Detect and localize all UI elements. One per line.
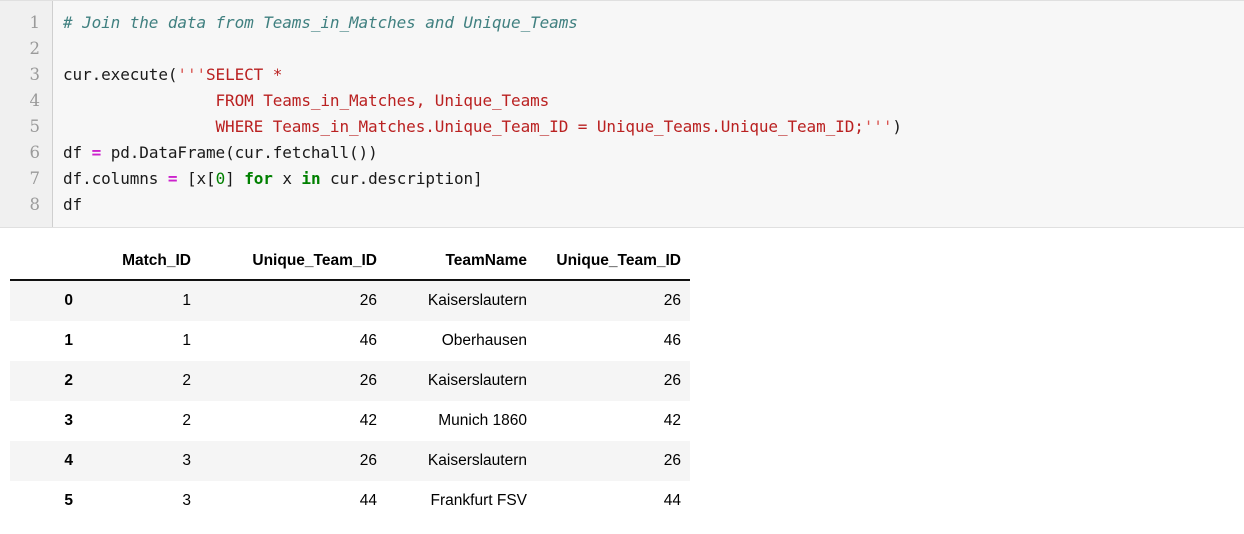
table-row: 0 1 26 Kaiserslautern 26 bbox=[10, 280, 690, 321]
dataframe-table: Match_ID Unique_Team_ID TeamName Unique_… bbox=[10, 246, 690, 521]
code-token-plain: df bbox=[63, 143, 92, 162]
table-cell: 26 bbox=[359, 372, 377, 389]
code-token-plain: x bbox=[272, 169, 302, 188]
table-cell: Kaiserslautern bbox=[427, 452, 527, 469]
code-token-op: = bbox=[167, 169, 178, 188]
row-index-cell: 3 bbox=[64, 412, 73, 429]
table-row: 5 3 44 Frankfurt FSV 44 bbox=[10, 481, 690, 521]
code-token-string: SELECT * bbox=[206, 65, 283, 84]
code-editor[interactable]: # Join the data from Teams_in_Matches an… bbox=[54, 1, 1244, 218]
column-header-unique-team-id-right: Unique_Team_ID bbox=[536, 246, 690, 281]
table-cell: 44 bbox=[359, 492, 377, 509]
line-number: 5 bbox=[29, 117, 41, 136]
column-header-teamname: TeamName bbox=[386, 246, 536, 281]
code-token-string: WHERE Teams_in_Matches.Unique_Team_ID = … bbox=[63, 117, 864, 136]
column-header-index bbox=[10, 246, 82, 281]
table-cell: Kaiserslautern bbox=[427, 372, 527, 389]
line-number-gutter: 1 2 3 4 5 6 7 8 bbox=[0, 1, 53, 227]
table-cell: Kaiserslautern bbox=[427, 292, 527, 309]
code-line: # Join the data from Teams_in_Matches an… bbox=[63, 10, 1244, 36]
code-token-plain: ) bbox=[892, 117, 902, 136]
code-line: cur.execute('''SELECT * bbox=[63, 62, 1244, 88]
table-cell: 26 bbox=[663, 452, 681, 469]
table-cell: 2 bbox=[182, 412, 191, 429]
column-header-unique-team-id-left: Unique_Team_ID bbox=[200, 246, 386, 281]
table-cell: 3 bbox=[182, 492, 191, 509]
code-token-quote: ''' bbox=[177, 65, 207, 84]
table-cell: Frankfurt FSV bbox=[430, 492, 527, 509]
table-cell: 46 bbox=[359, 332, 377, 349]
line-number: 1 bbox=[29, 13, 41, 32]
table-row: 1 1 46 Oberhausen 46 bbox=[10, 321, 690, 361]
table-cell: 26 bbox=[663, 292, 681, 309]
code-token-num: 0 bbox=[215, 169, 226, 188]
row-index-cell: 2 bbox=[64, 372, 73, 389]
table-row: 2 2 26 Kaiserslautern 26 bbox=[10, 361, 690, 401]
line-number-list: 1 2 3 4 5 6 7 8 bbox=[0, 1, 52, 218]
code-line: df.columns = [x[0] for x in cur.descript… bbox=[63, 166, 1244, 192]
code-token-plain: [x[ bbox=[177, 169, 216, 188]
column-header-match-id: Match_ID bbox=[82, 246, 200, 281]
notebook-code-cell[interactable]: 1 2 3 4 5 6 7 8 # Join the data from Tea… bbox=[0, 0, 1244, 228]
dataframe-header: Match_ID Unique_Team_ID TeamName Unique_… bbox=[10, 246, 690, 281]
line-number: 7 bbox=[29, 169, 41, 188]
line-number: 2 bbox=[29, 39, 41, 58]
code-token-plain: cur.description] bbox=[320, 169, 483, 188]
table-cell: 2 bbox=[182, 372, 191, 389]
row-index-cell: 5 bbox=[64, 492, 73, 509]
line-number: 3 bbox=[29, 65, 41, 84]
line-number: 6 bbox=[29, 143, 41, 162]
row-index-cell: 1 bbox=[64, 332, 73, 349]
code-token-plain: ] bbox=[225, 169, 245, 188]
code-token-kw: for bbox=[244, 169, 273, 188]
cell-output-area: Match_ID Unique_Team_ID TeamName Unique_… bbox=[0, 228, 1244, 521]
code-line: df bbox=[63, 192, 1244, 218]
table-row: 4 3 26 Kaiserslautern 26 bbox=[10, 441, 690, 481]
row-index-cell: 4 bbox=[64, 452, 73, 469]
code-token-quote: ''' bbox=[863, 117, 893, 136]
code-token-comment: # Join the data from Teams_in_Matches an… bbox=[63, 13, 578, 32]
code-token-op: = bbox=[91, 143, 102, 162]
table-header-row: Match_ID Unique_Team_ID TeamName Unique_… bbox=[10, 246, 690, 281]
table-cell: 42 bbox=[359, 412, 377, 429]
table-cell: 42 bbox=[663, 412, 681, 429]
code-line: df = pd.DataFrame(cur.fetchall()) bbox=[63, 140, 1244, 166]
table-cell: Munich 1860 bbox=[438, 412, 527, 429]
code-token-kw: in bbox=[301, 169, 321, 188]
code-token-plain: df bbox=[63, 195, 83, 214]
dataframe-body: 0 1 26 Kaiserslautern 26 1 1 46 Oberhausen 46 2 2 26… bbox=[10, 280, 690, 521]
table-cell: 46 bbox=[663, 332, 681, 349]
table-cell: 26 bbox=[359, 292, 377, 309]
table-cell: 44 bbox=[663, 492, 681, 509]
code-token-plain: pd.DataFrame(cur.fetchall()) bbox=[101, 143, 378, 162]
code-token-plain: cur.execute( bbox=[63, 65, 178, 84]
line-number: 8 bbox=[29, 195, 41, 214]
table-row: 3 2 42 Munich 1860 42 bbox=[10, 401, 690, 441]
table-cell: 26 bbox=[359, 452, 377, 469]
code-token-string: FROM Teams_in_Matches, Unique_Teams bbox=[63, 91, 550, 110]
code-token-plain: df.columns bbox=[63, 169, 168, 188]
table-cell: 26 bbox=[663, 372, 681, 389]
table-cell: 3 bbox=[182, 452, 191, 469]
line-number: 4 bbox=[29, 91, 41, 110]
table-cell: 1 bbox=[182, 292, 191, 309]
table-cell: Oberhausen bbox=[441, 332, 527, 349]
table-cell: 1 bbox=[182, 332, 191, 349]
code-line: FROM Teams_in_Matches, Unique_Teams bbox=[63, 88, 1244, 114]
code-line: WHERE Teams_in_Matches.Unique_Team_ID = … bbox=[63, 114, 1244, 140]
row-index-cell: 0 bbox=[64, 292, 73, 309]
